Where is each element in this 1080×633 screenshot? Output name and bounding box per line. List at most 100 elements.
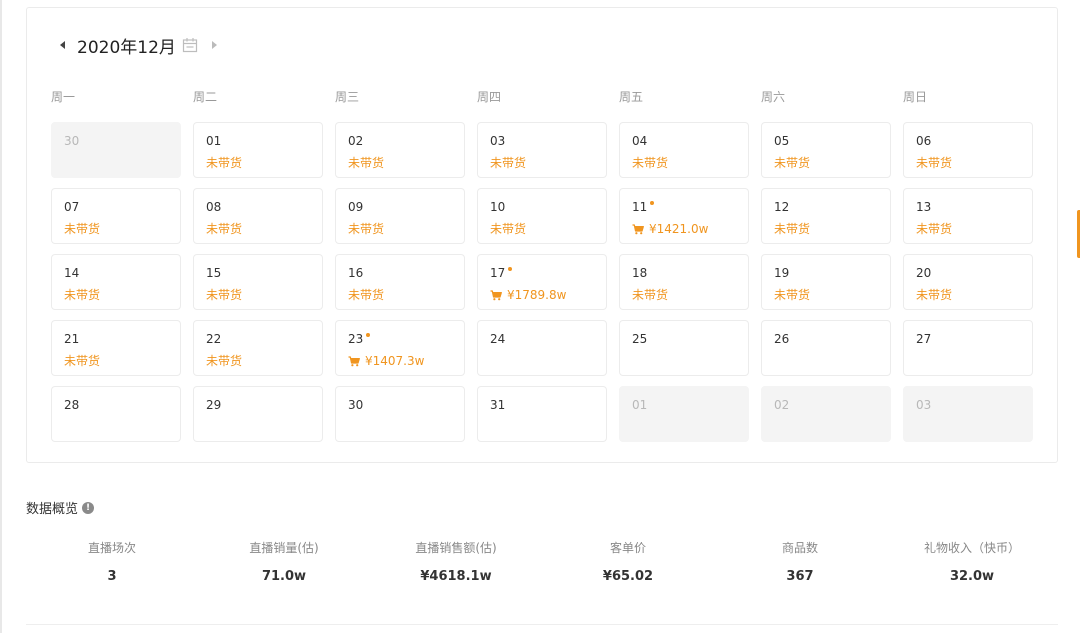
day-status-label: 未带货 — [916, 222, 952, 236]
calendar-day-cell[interactable]: 16 未带货 — [335, 254, 465, 310]
stat-label: 商品数 — [781, 541, 818, 555]
stat-item: 直播场次 3 — [26, 540, 198, 585]
day-number: 07 — [64, 200, 79, 214]
day-status-label: 未带货 — [916, 156, 952, 170]
calendar-day-cell[interactable]: 29 — [193, 386, 323, 442]
day-number-text: 06 — [916, 134, 932, 148]
day-number-text: 28 — [64, 398, 80, 412]
calendar-day-cell[interactable]: 19 未带货 — [761, 254, 891, 310]
calendar-day-cell-other-month[interactable]: 02 — [761, 386, 891, 442]
day-status-text: 未带货 — [348, 156, 385, 170]
calendar-day-cell[interactable]: 07 未带货 — [51, 188, 181, 244]
calendar-day-cell[interactable]: 10 未带货 — [477, 188, 607, 244]
day-number-text: 10 — [490, 200, 506, 214]
day-status-label: 未带货 — [774, 288, 810, 302]
calendar-day-cell[interactable]: 09 未带货 — [335, 188, 465, 244]
calendar-day-cell[interactable]: 30 — [335, 386, 465, 442]
calendar-panel: 2020年12月 周一 周二 周三 周四 周五 周六 周日 30 01 未带货 02 未带货 03 未带… — [26, 7, 1058, 463]
day-number-text: 03 — [916, 398, 932, 412]
info-icon[interactable]: ! — [82, 501, 95, 514]
calendar-icon[interactable] — [182, 37, 198, 53]
calendar-day-cell[interactable]: 01 未带货 — [193, 122, 323, 178]
day-number-text: 03 — [490, 134, 506, 148]
calendar-day-cell[interactable]: 13 未带货 — [903, 188, 1033, 244]
calendar-day-cell[interactable]: 06 未带货 — [903, 122, 1033, 178]
calendar-day-cell[interactable]: 22 未带货 — [193, 320, 323, 376]
day-number-text: 29 — [206, 398, 222, 412]
day-number: 02 — [348, 134, 363, 148]
calendar-day-cell[interactable]: 15 未带货 — [193, 254, 323, 310]
calendar-day-cell[interactable]: 12 未带货 — [761, 188, 891, 244]
calendar-day-cell[interactable]: 26 — [761, 320, 891, 376]
weekday-label: 周二 — [193, 90, 218, 104]
day-number-text: 11 — [632, 200, 648, 214]
day-status-label: 未带货 — [348, 222, 384, 236]
calendar-day-cell[interactable]: 24 — [477, 320, 607, 376]
weekday-label: 周四 — [477, 90, 502, 104]
calendar-day-cell-other-month[interactable]: 30 — [51, 122, 181, 178]
calendar-day-cell[interactable]: 25 — [619, 320, 749, 376]
day-number-text: 31 — [490, 398, 506, 412]
day-status-label: 未带货 — [348, 156, 384, 170]
day-status-label: 未带货 — [206, 288, 242, 302]
day-number-text: 17 — [490, 266, 506, 280]
day-status-text: 未带货 — [64, 222, 101, 236]
day-status-text: 未带货 — [64, 354, 101, 368]
calendar-day-cell[interactable]: 17 ¥1789.8w — [477, 254, 607, 310]
day-number-text: 02 — [348, 134, 364, 148]
day-number: 01 — [632, 398, 647, 412]
calendar-day-cell[interactable]: 11 ¥1421.0w — [619, 188, 749, 244]
month-title: 2020年12月 — [77, 37, 176, 58]
day-status-text: 未带货 — [774, 222, 811, 236]
day-number: 14 — [64, 266, 79, 280]
calendar-day-cell[interactable]: 04 未带货 — [619, 122, 749, 178]
day-status-label: 未带货 — [632, 288, 668, 302]
day-number-text: 30 — [348, 398, 364, 412]
day-number-text: 18 — [632, 266, 648, 280]
day-number: 10 — [490, 200, 505, 214]
day-status-text: ¥1407.3w — [365, 354, 425, 368]
prev-month-button[interactable] — [55, 35, 69, 55]
calendar-day-cell[interactable]: 03 未带货 — [477, 122, 607, 178]
calendar-day-cell[interactable]: 02 未带货 — [335, 122, 465, 178]
day-status-label: 未带货 — [348, 288, 384, 302]
day-status-text: 未带货 — [916, 288, 953, 302]
stat-value: 71.0w — [261, 569, 307, 584]
day-number-text: 04 — [632, 134, 648, 148]
calendar-day-cell[interactable]: 08 未带货 — [193, 188, 323, 244]
day-number-text: 25 — [632, 332, 648, 346]
stat-item: 直播销售额(估) ¥4618.1w — [370, 540, 542, 585]
day-number-text: 27 — [916, 332, 932, 346]
day-number: 02 — [774, 398, 789, 412]
cart-icon — [348, 355, 360, 367]
day-number-text: 20 — [916, 266, 932, 280]
cart-icon — [490, 289, 502, 301]
calendar-day-cell[interactable]: 21 未带货 — [51, 320, 181, 376]
calendar-day-cell[interactable]: 28 — [51, 386, 181, 442]
calendar-day-cell[interactable]: 23 ¥1407.3w — [335, 320, 465, 376]
stat-value: ¥65.02 — [602, 569, 654, 584]
calendar-day-cell[interactable]: 27 — [903, 320, 1033, 376]
day-status-text: 未带货 — [490, 156, 527, 170]
calendar-day-cell-other-month[interactable]: 03 — [903, 386, 1033, 442]
stat-value: 367 — [786, 569, 814, 584]
calendar-day-cell-other-month[interactable]: 01 — [619, 386, 749, 442]
day-number: 04 — [632, 134, 647, 148]
day-number: 12 — [774, 200, 789, 214]
calendar-day-cell[interactable]: 05 未带货 — [761, 122, 891, 178]
day-number: 08 — [206, 200, 221, 214]
day-number-text: 09 — [348, 200, 364, 214]
calendar-day-cell[interactable]: 18 未带货 — [619, 254, 749, 310]
day-status-text: 未带货 — [206, 354, 243, 368]
stat-label: 客单价 — [609, 541, 646, 555]
next-month-button[interactable] — [208, 35, 222, 55]
day-status-text: ¥1421.0w — [649, 222, 709, 236]
calendar-day-cell[interactable]: 14 未带货 — [51, 254, 181, 310]
stat-label: 礼物收入（快币） — [923, 541, 1020, 555]
day-number: 21 — [64, 332, 79, 346]
day-number-text: 05 — [774, 134, 790, 148]
calendar-day-cell[interactable]: 31 — [477, 386, 607, 442]
calendar-day-cell[interactable]: 20 未带货 — [903, 254, 1033, 310]
day-status-label: 未带货 — [916, 288, 952, 302]
live-indicator-dot — [508, 267, 513, 271]
